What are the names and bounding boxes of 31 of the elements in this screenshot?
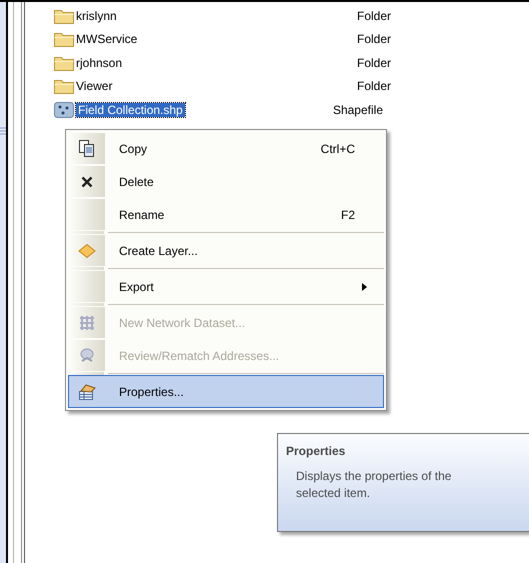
tooltip-description: Displays the properties of the selected item.: [296, 468, 452, 502]
map-pin-icon: [79, 348, 95, 364]
folder-icon: [54, 8, 74, 24]
file-name[interactable]: Viewer: [76, 79, 357, 94]
menu-item[interactable]: Copy Ctrl+C: [68, 132, 384, 165]
file-name[interactable]: MWService: [76, 32, 357, 46]
menu-item[interactable]: Export: [68, 270, 384, 303]
file-name[interactable]: rjohnson: [76, 56, 357, 70]
file-type: Folder: [357, 56, 392, 70]
menu-item[interactable]: Properties...: [68, 375, 384, 408]
file-type: Folder: [357, 8, 392, 23]
shapefile-icon: [54, 102, 74, 118]
folder-icon: [54, 31, 74, 48]
menu-item[interactable]: Create Layer...: [68, 234, 384, 267]
splitter-grip-icon: [0, 127, 6, 135]
file-name[interactable]: krislynn: [76, 8, 357, 23]
menu-item[interactable]: Rename F2: [68, 198, 384, 231]
grid-icon: [79, 314, 95, 330]
menu-item[interactable]: Delete: [68, 165, 384, 198]
file-type: Shapefile: [332, 102, 383, 117]
properties-icon: [78, 384, 96, 400]
file-type: Folder: [357, 32, 392, 46]
tooltip-title: Properties: [286, 444, 346, 458]
folder-icon: [54, 54, 74, 71]
folder-icon: [54, 78, 74, 94]
copy-icon: [79, 140, 95, 158]
submenu-arrow-icon: [362, 282, 367, 290]
diamond-icon: [78, 244, 96, 258]
file-type: Folder: [357, 79, 392, 94]
close-icon: [81, 176, 93, 188]
file-name[interactable]: Field Collection.shp: [76, 102, 185, 117]
